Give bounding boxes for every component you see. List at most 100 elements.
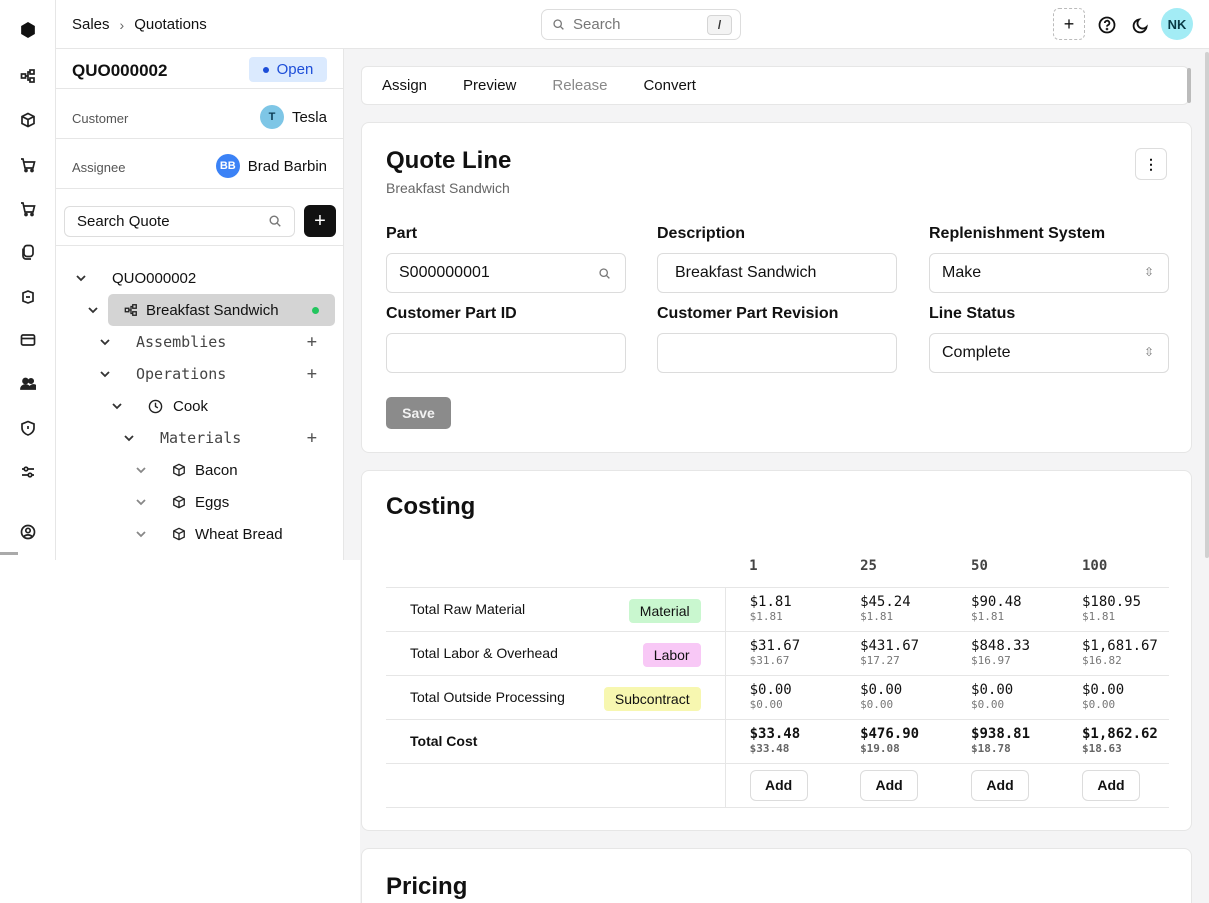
status-label: Open (276, 61, 314, 78)
inventory-icon[interactable] (18, 287, 38, 307)
more-options-icon[interactable]: ⋮ (1135, 148, 1167, 180)
preview-button[interactable]: Preview (463, 77, 516, 94)
quality-shield-icon[interactable] (18, 418, 38, 438)
tree-item-materials[interactable]: Materials + (122, 422, 335, 454)
status-dot (262, 66, 269, 73)
line-status-label: Line Status (929, 305, 1016, 322)
tree-item-quote-line[interactable]: Breakfast Sandwich (86, 294, 335, 326)
users-icon[interactable] (18, 374, 38, 394)
global-search[interactable]: Search / (541, 9, 741, 40)
dark-mode-icon[interactable] (1131, 15, 1151, 35)
add-quantity-button[interactable]: Add (749, 769, 808, 801)
customer-part-id-field[interactable] (386, 333, 626, 373)
add-quantity-row: Add Add Add Add (386, 762, 1169, 808)
quantity-header: 1 (749, 557, 758, 574)
assignee-row: Assignee BB Brad Barbin (56, 139, 343, 189)
quote-search-placeholder: Search Quote (77, 213, 170, 230)
customer-avatar: T (259, 105, 284, 129)
accounting-card-icon[interactable] (18, 330, 38, 350)
assignee-label: Assignee (72, 160, 126, 175)
create-button[interactable]: + (1053, 8, 1085, 40)
tree-root-label: QUO000002 (112, 269, 197, 287)
account-icon[interactable] (18, 522, 38, 542)
cost-cell: $180.95 $1.81 (1058, 586, 1169, 631)
add-quantity-button[interactable]: Add (860, 769, 919, 801)
save-button[interactable]: Save (386, 397, 451, 429)
convert-button[interactable]: Convert (643, 77, 696, 94)
pricing-card: Pricing (361, 848, 1192, 903)
chevron-down-icon[interactable] (134, 463, 148, 477)
chevron-down-icon[interactable] (134, 527, 148, 541)
row-label-cell: Total Raw Material Material (386, 586, 726, 631)
part-cube-icon (173, 495, 185, 509)
tree-item-operation[interactable]: Cook (110, 390, 208, 422)
divider (0, 552, 18, 555)
total-value: $90.48 (971, 594, 1022, 610)
chevron-up-down-icon: ⇳ (1143, 345, 1154, 359)
replenishment-select[interactable]: Make ⇳ (929, 253, 1169, 293)
search-icon (553, 19, 564, 30)
customer-row: Customer T Tesla (56, 89, 343, 139)
breadcrumb-sales[interactable]: Sales (72, 16, 110, 33)
documents-icon[interactable] (18, 242, 38, 262)
tree-item-operations[interactable]: Operations + (98, 358, 335, 390)
row-label: Total Outside Processing (410, 689, 565, 705)
action-bar-scrollbar[interactable] (1187, 68, 1191, 103)
plus-icon: + (314, 209, 326, 232)
add-operation-icon[interactable]: + (307, 364, 317, 384)
quote-line-card: Quote Line Breakfast Sandwich ⋮ Part S00… (361, 122, 1192, 453)
chevron-down-icon[interactable] (98, 335, 112, 349)
cost-cell: $938.81 $18.78 (947, 718, 1058, 763)
chevron-down-icon[interactable] (86, 303, 100, 317)
settings-sliders-icon[interactable] (18, 462, 38, 482)
blank-area (0, 560, 360, 903)
release-button[interactable]: Release (552, 77, 607, 94)
add-assembly-icon[interactable]: + (307, 332, 317, 352)
card-title: Quote Line (386, 147, 512, 174)
search-shortcut: / (707, 15, 732, 35)
sales-cart-icon[interactable] (18, 155, 38, 175)
customer-part-revision-label: Customer Part Revision (657, 305, 839, 322)
row-label-cell: Total Outside Processing Subcontract (386, 674, 726, 719)
page-scrollbar[interactable] (1205, 52, 1209, 558)
chevron-down-icon[interactable] (110, 399, 124, 413)
add-quantity-button[interactable]: Add (971, 769, 1030, 801)
tree-root[interactable]: QUO000002 (74, 262, 196, 294)
user-avatar[interactable]: NK (1161, 8, 1193, 40)
cost-cell: $1.81 $1.81 (725, 586, 837, 631)
chevron-down-icon[interactable] (122, 431, 136, 445)
part-field[interactable]: S000000001 (386, 253, 626, 293)
logo-icon[interactable] (18, 20, 38, 40)
parts-cube-icon[interactable] (18, 110, 38, 130)
quote-search-input[interactable]: Search Quote (64, 206, 295, 237)
breadcrumb-quotations[interactable]: Quotations (134, 16, 207, 33)
bill-of-materials-icon[interactable] (18, 66, 38, 86)
add-quantity-button[interactable]: Add (1082, 769, 1140, 801)
customer-label: Customer (72, 111, 129, 126)
assignee-avatar: BB (215, 154, 240, 178)
chevron-down-icon[interactable] (98, 367, 112, 381)
help-icon[interactable] (1097, 15, 1117, 35)
tree-item-material[interactable]: Eggs (134, 486, 229, 518)
chevron-down-icon[interactable] (134, 495, 148, 509)
add-cell: Add (836, 762, 948, 808)
assign-button[interactable]: Assign (382, 77, 427, 94)
assignee-value[interactable]: BB Brad Barbin (215, 154, 327, 178)
chevron-down-icon[interactable] (74, 271, 88, 285)
unit-value: $0.00 (749, 698, 783, 711)
purchasing-cart-icon[interactable] (18, 199, 38, 219)
description-field[interactable]: Breakfast Sandwich (657, 253, 897, 293)
unit-value: $19.08 (860, 742, 900, 755)
customer-value[interactable]: T Tesla (259, 105, 327, 129)
unit-value: $1.81 (860, 610, 894, 623)
costing-card: Costing 1 25 50 100 Total Raw Material M… (361, 470, 1192, 831)
line-status-select[interactable]: Complete ⇳ (929, 333, 1169, 373)
tree-item-assemblies[interactable]: Assemblies + (98, 326, 335, 358)
add-quote-line-button[interactable]: + (304, 205, 336, 237)
tree-item-material[interactable]: Bacon (134, 454, 238, 486)
app-rail (0, 0, 56, 560)
customer-part-revision-field[interactable] (657, 333, 897, 373)
unit-value: $0.00 (1082, 698, 1116, 711)
add-material-icon[interactable]: + (307, 428, 317, 448)
tree-item-material[interactable]: Wheat Bread (134, 518, 283, 550)
